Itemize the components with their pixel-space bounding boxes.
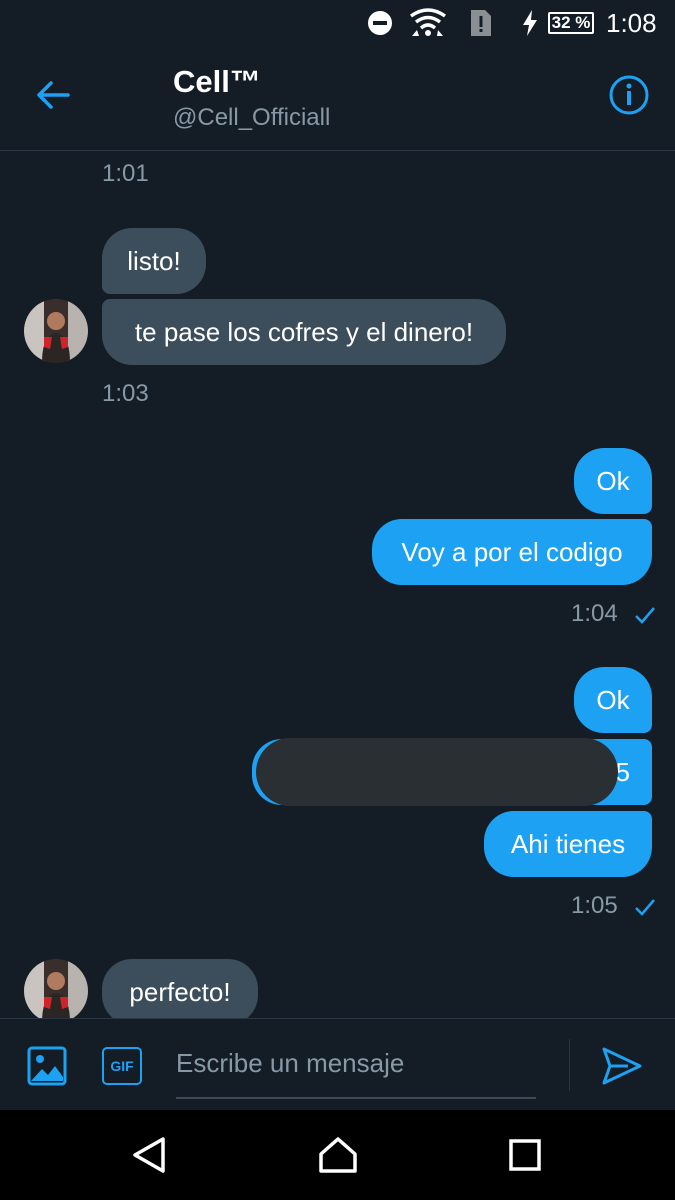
conversation-title[interactable]: Cell™ [173, 64, 261, 100]
do-not-disturb-icon [366, 8, 394, 38]
read-check-icon [635, 898, 656, 916]
message-text: Voy a por el codigo [401, 536, 623, 567]
conversation-header: Cell™ @Cell_Officiall [0, 46, 675, 151]
timestamp: 1:04 [571, 600, 656, 628]
arrow-left-icon [37, 81, 70, 109]
timestamp: 1:03 [102, 380, 149, 407]
back-button[interactable] [30, 72, 76, 118]
message-composer: GIF [0, 1018, 675, 1111]
message-text: Ok [596, 465, 630, 496]
nav-back-icon [133, 1137, 165, 1173]
message-text: Ok [596, 684, 630, 715]
message-text: Ahi tienes [510, 828, 626, 859]
battery-percent: 32 % [551, 13, 591, 32]
nav-recents-icon [509, 1139, 541, 1171]
outgoing-message[interactable]: Ahi tienes [484, 811, 652, 877]
nav-home-icon [319, 1137, 357, 1173]
message-text: te pase los cofres y el dinero! [134, 316, 474, 347]
read-check-icon [635, 606, 656, 624]
conversation-handle[interactable]: @Cell_Officiall [173, 104, 330, 132]
outgoing-message[interactable]: Voy a por el codigo [372, 519, 652, 585]
outgoing-message[interactable]: Ok [574, 448, 652, 514]
nav-home-button[interactable] [313, 1130, 363, 1180]
info-button[interactable] [606, 72, 652, 118]
charging-bolt-icon [520, 8, 540, 38]
composer-divider [569, 1039, 570, 1091]
info-icon [609, 75, 649, 115]
send-icon [602, 1047, 642, 1085]
timestamp: 1:01 [102, 160, 149, 187]
wifi-icon [408, 8, 448, 38]
outgoing-message[interactable]: Ok [574, 667, 652, 733]
message-text: perfecto! [129, 976, 231, 1007]
message-text: listo! [127, 245, 181, 276]
nav-back-button[interactable] [124, 1130, 174, 1180]
message-list[interactable]: 1:01 listo! te pase los cofres y el dine… [0, 150, 675, 1018]
clock: 1:08 [606, 7, 657, 38]
incoming-message[interactable]: listo! [102, 228, 206, 294]
status-bar: 32 % 1:08 [0, 0, 675, 46]
system-navigation-bar [0, 1110, 675, 1200]
redaction-overlay [256, 738, 618, 806]
timestamp-text: 1:05 [571, 892, 618, 919]
incoming-message[interactable]: perfecto! [102, 959, 258, 1018]
add-media-button[interactable] [26, 1045, 68, 1087]
avatar[interactable] [24, 959, 88, 1018]
battery-icon: 32 % [546, 8, 596, 38]
message-input[interactable] [176, 1037, 536, 1099]
nav-recents-button[interactable] [500, 1130, 550, 1180]
timestamp-text: 1:04 [571, 600, 618, 627]
timestamp: 1:05 [571, 892, 656, 920]
avatar[interactable] [24, 299, 88, 363]
gif-button[interactable]: GIF [102, 1047, 142, 1085]
sim-alert-icon [467, 8, 495, 38]
incoming-message[interactable]: te pase los cofres y el dinero! [102, 299, 506, 365]
send-button[interactable] [598, 1043, 644, 1089]
gif-label: GIF [110, 1058, 134, 1074]
image-icon [27, 1046, 67, 1086]
